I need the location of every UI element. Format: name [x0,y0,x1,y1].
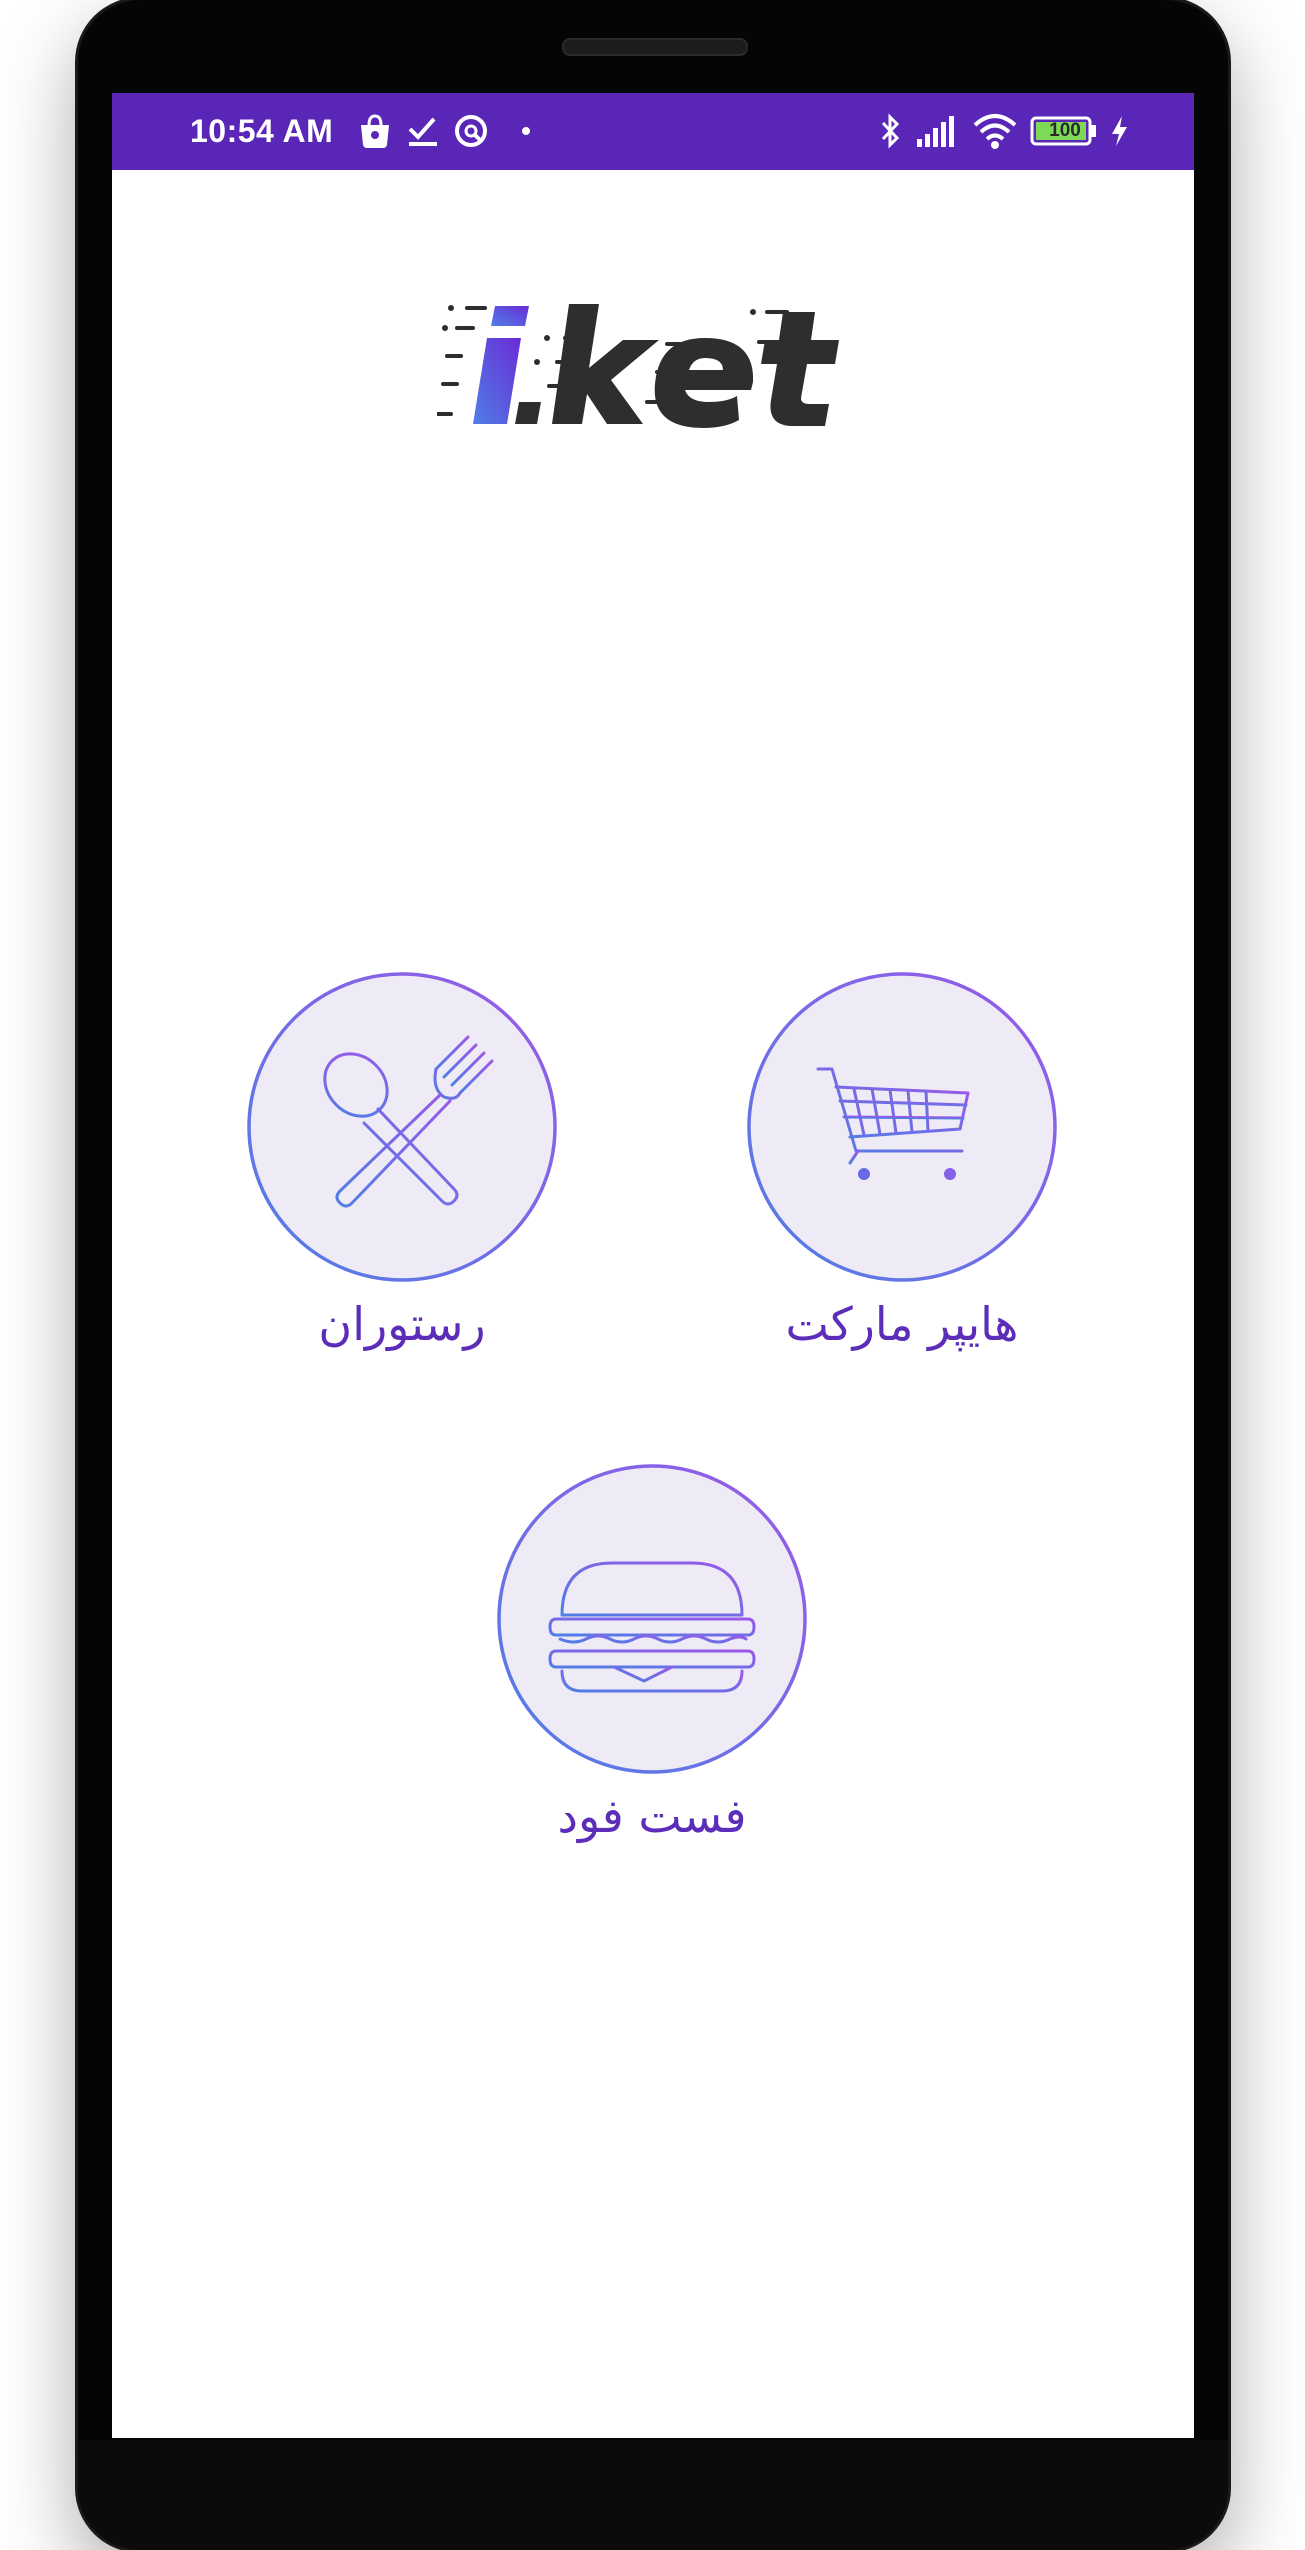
notification-dot-icon [522,127,530,135]
app-logo [437,304,839,428]
data-saver-icon [455,115,487,147]
fastfood-circle [497,1464,807,1774]
category-hypermarket[interactable]: هایپر مارکت [742,971,1062,1391]
shopping-bag-icon [361,114,389,148]
category-restaurant-label: رستوران [318,1297,486,1351]
bluetooth-icon [881,113,900,149]
charging-icon [1112,116,1127,146]
battery-level: 100 [1049,120,1081,141]
restaurant-circle [247,972,557,1282]
app-screen: 10:54 AM 100 هایپر مارکت رستوران فست فود [112,93,1194,2438]
task-done-icon [408,117,437,146]
category-fastfood[interactable]: فست فود [492,1463,812,1883]
phone-chin [78,2440,1228,2550]
category-fastfood-label: فست فود [557,1789,747,1843]
hypermarket-circle [747,972,1057,1282]
status-time: 10:54 AM [190,113,334,149]
phone-speaker [562,38,748,56]
wifi-icon [973,114,1017,149]
category-hypermarket-label: هایپر مارکت [785,1297,1019,1351]
status-bar: 10:54 AM 100 [112,93,1194,170]
cellular-signal-icon [917,116,954,147]
category-restaurant[interactable]: رستوران [242,971,562,1391]
